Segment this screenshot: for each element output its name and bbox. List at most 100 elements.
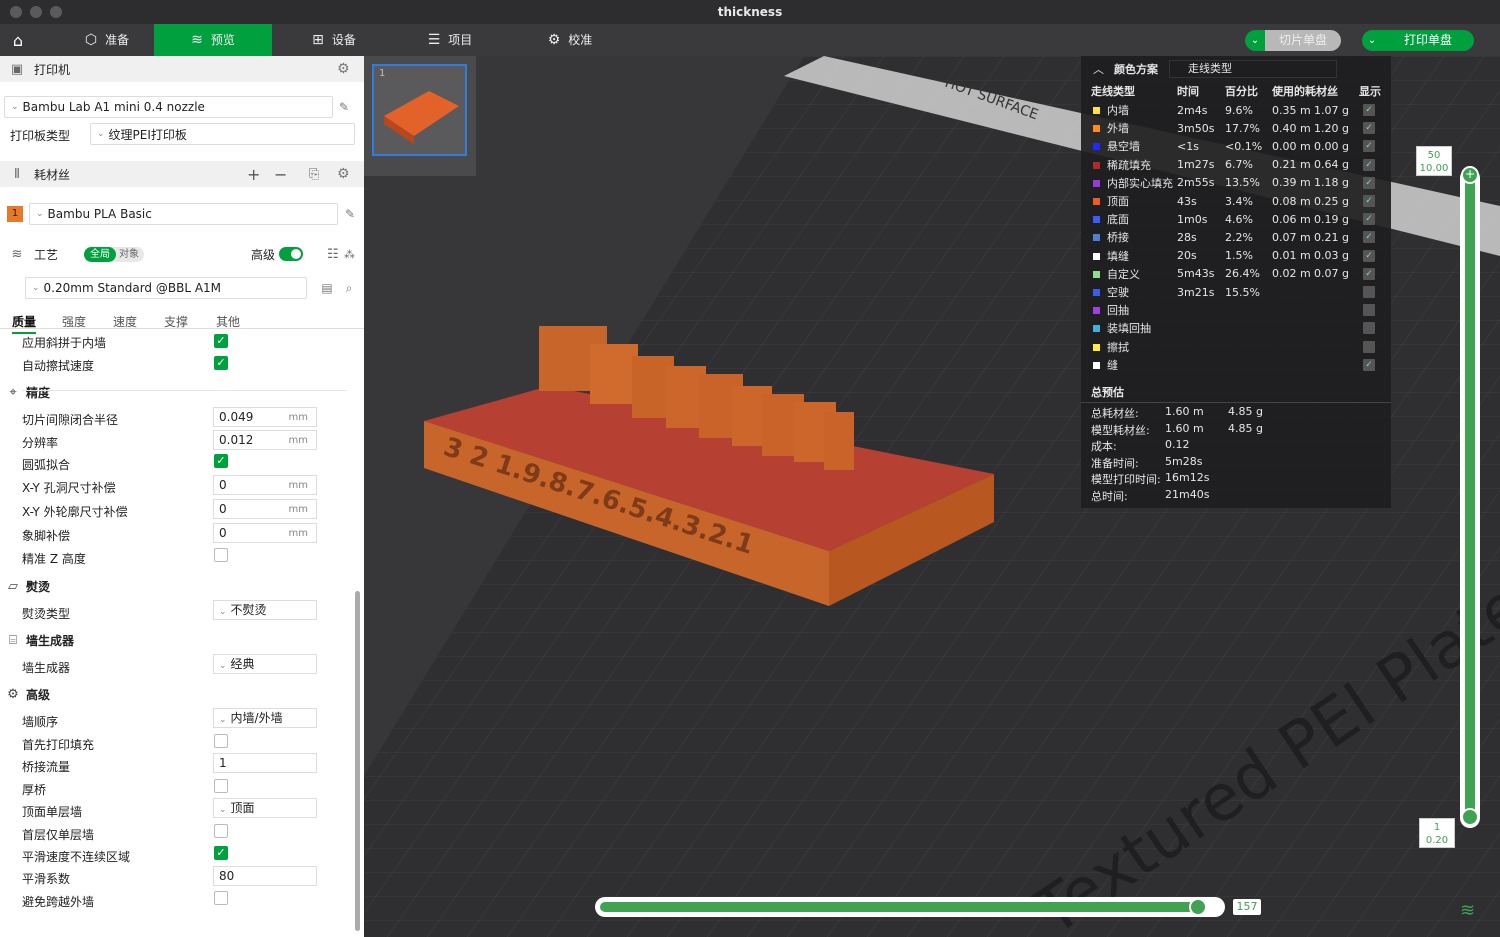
avoid-crossing-wall-checkbox[interactable] <box>214 891 228 905</box>
visibility-checkbox[interactable]: ✓ <box>1363 195 1375 207</box>
legend-swatch <box>1093 234 1100 242</box>
legend-swatch <box>1093 270 1100 278</box>
top-one-wall-select[interactable]: ⌄ 顶面 <box>213 798 317 818</box>
apply-scarf-inner-checkbox[interactable]: ✓ <box>214 334 228 348</box>
ironing-type-select[interactable]: ⌄ 不熨烫 <box>213 600 317 620</box>
visibility-checkbox[interactable]: ✓ <box>1363 358 1375 371</box>
legend-weight: 0.21 g <box>1314 230 1349 244</box>
summary-value: 1.60 m <box>1165 421 1204 435</box>
advanced-toggle[interactable] <box>279 247 303 261</box>
compare-icon[interactable]: ⁂ <box>344 248 355 261</box>
color-scheme-select[interactable]: 走线类型 <box>1169 60 1337 78</box>
sync-icon[interactable]: ⎘ <box>309 167 319 182</box>
wall-order-select[interactable]: ⌄ 内墙/外墙 <box>213 708 317 728</box>
visibility-checkbox[interactable] <box>1363 322 1375 335</box>
edit-icon[interactable]: ✎ <box>343 207 357 221</box>
list-icon[interactable]: ☷ <box>327 247 339 262</box>
gear-icon[interactable]: ⚙ <box>337 166 350 182</box>
thick-bridges-checkbox[interactable] <box>214 779 228 793</box>
legend-percent: <0.1% <box>1225 139 1263 153</box>
close-window-button[interactable] <box>10 6 22 18</box>
sidebar-scrollbar[interactable] <box>355 591 360 931</box>
window-controls[interactable] <box>10 6 62 18</box>
slice-closing-radius-input[interactable]: 0.049 mm <box>213 407 317 427</box>
legend-weight: 1.20 g <box>1314 121 1349 135</box>
smooth-speed-checkbox[interactable]: ✓ <box>214 846 228 860</box>
layer-slider[interactable] <box>1460 168 1480 828</box>
visibility-checkbox[interactable]: ✓ <box>1363 213 1375 226</box>
field-value: 内墙/外墙 <box>230 711 283 725</box>
arc-fitting-checkbox[interactable]: ✓ <box>214 454 228 468</box>
edit-icon[interactable]: ✎ <box>337 100 351 114</box>
xy-contour-comp-input[interactable]: 0 mm <box>213 499 317 519</box>
wall-generator-select[interactable]: ⌄ 经典 <box>213 654 317 674</box>
gear-icon[interactable]: ⚙ <box>337 61 350 77</box>
first-layer-one-wall-checkbox[interactable] <box>214 824 228 838</box>
legend-length: 0.00 m <box>1272 139 1311 153</box>
global-object-toggle[interactable]: 全局 对象 <box>84 247 144 262</box>
visibility-checkbox[interactable] <box>1363 286 1375 298</box>
visibility-checkbox[interactable]: ✓ <box>1363 249 1375 262</box>
visibility-checkbox[interactable]: ✓ <box>1363 140 1375 153</box>
tab-project[interactable]: ☰ 项目 <box>410 24 490 56</box>
home-icon[interactable]: ⌂ <box>0 24 36 56</box>
minimize-window-button[interactable] <box>30 6 42 18</box>
window-title: thickness <box>717 5 783 19</box>
toggle-global[interactable]: 全局 <box>84 247 116 262</box>
visibility-checkbox[interactable]: ✓ <box>1363 176 1375 189</box>
tab-prepare[interactable]: ⬡ 准备 <box>60 24 154 56</box>
smooth-coefficient-input[interactable]: 80 <box>213 866 317 886</box>
add-icon[interactable]: + <box>247 165 260 184</box>
chevron-down-icon: ⌄ <box>219 715 227 725</box>
layers-toggle-icon[interactable]: ≋ <box>1460 900 1475 921</box>
visibility-checkbox[interactable]: ✓ <box>1363 122 1375 135</box>
legend-name: 装填回抽 <box>1107 322 1151 336</box>
remove-icon[interactable]: − <box>274 165 287 184</box>
plate-type-value: 纹理PEI打印板 <box>108 127 187 142</box>
tab-preview[interactable]: ≋ 预览 <box>154 24 272 56</box>
legend-name: 内部实心填充 <box>1107 176 1173 190</box>
layer-top-knob[interactable]: + <box>1461 166 1479 184</box>
move-slider-knob[interactable] <box>1188 898 1207 916</box>
bottom-layer-height: 0.20 <box>1425 835 1449 846</box>
bridge-flow-input[interactable]: 1 <box>213 753 317 773</box>
save-icon[interactable]: ▤ <box>320 281 334 295</box>
visibility-checkbox[interactable]: ✓ <box>1363 231 1375 244</box>
elephant-foot-comp-input[interactable]: 0 mm <box>213 523 317 543</box>
layer-bottom-knob[interactable] <box>1461 808 1479 826</box>
visibility-checkbox[interactable] <box>1363 340 1375 353</box>
chevron-up-icon[interactable]: ︿ <box>1093 61 1104 77</box>
tab-device[interactable]: ⊞ 设备 <box>290 24 378 56</box>
wall-generator-group-header: ⌸ 墙生成器 <box>6 632 74 649</box>
xy-hole-comp-input[interactable]: 0 mm <box>213 475 317 495</box>
chevron-down-icon[interactable]: ⌄ <box>1245 30 1265 51</box>
visibility-checkbox[interactable]: ✓ <box>1363 104 1375 116</box>
infill-first-checkbox[interactable] <box>214 734 228 748</box>
resolution-input[interactable]: 0.012 mm <box>213 430 317 450</box>
auto-wipe-speed-checkbox[interactable]: ✓ <box>214 356 228 370</box>
filament-select[interactable]: ⌄ Bambu PLA Basic <box>29 203 338 225</box>
slice-plate-button[interactable]: ⌄ 切片单盘 <box>1245 30 1342 51</box>
process-profile-select[interactable]: ⌄ 0.20mm Standard @BBL A1M <box>25 277 307 299</box>
zoom-window-button[interactable] <box>50 6 62 18</box>
visibility-checkbox[interactable] <box>1363 304 1375 317</box>
legend-time: 1m27s <box>1177 158 1215 172</box>
precise-z-height-checkbox[interactable] <box>214 548 228 562</box>
print-plate-button[interactable]: ⌄ 打印单盘 <box>1362 30 1475 51</box>
search-icon[interactable]: ⌕ <box>342 281 356 295</box>
tab-quality[interactable]: 质量 <box>12 313 37 334</box>
summary-value: 21m40s <box>1165 488 1210 501</box>
printer-select[interactable]: ⌄ Bambu Lab A1 mini 0.4 nozzle <box>4 96 333 118</box>
move-slider-fill <box>600 902 1194 912</box>
visibility-checkbox[interactable]: ✓ <box>1363 158 1375 171</box>
chevron-down-icon[interactable]: ⌄ <box>1362 30 1382 51</box>
plate-thumbnail[interactable]: 1 <box>372 64 467 156</box>
divider <box>0 328 364 329</box>
legend-row: 缝 ✓ <box>1081 356 1391 374</box>
legend-name: 底面 <box>1107 213 1129 227</box>
toggle-object[interactable]: 对象 <box>116 247 144 262</box>
tab-calibration[interactable]: ⚙ 校准 <box>530 24 610 56</box>
move-slider[interactable] <box>595 897 1225 917</box>
plate-type-select[interactable]: ⌄ 纹理PEI打印板 <box>90 123 355 145</box>
visibility-checkbox[interactable]: ✓ <box>1363 267 1375 280</box>
